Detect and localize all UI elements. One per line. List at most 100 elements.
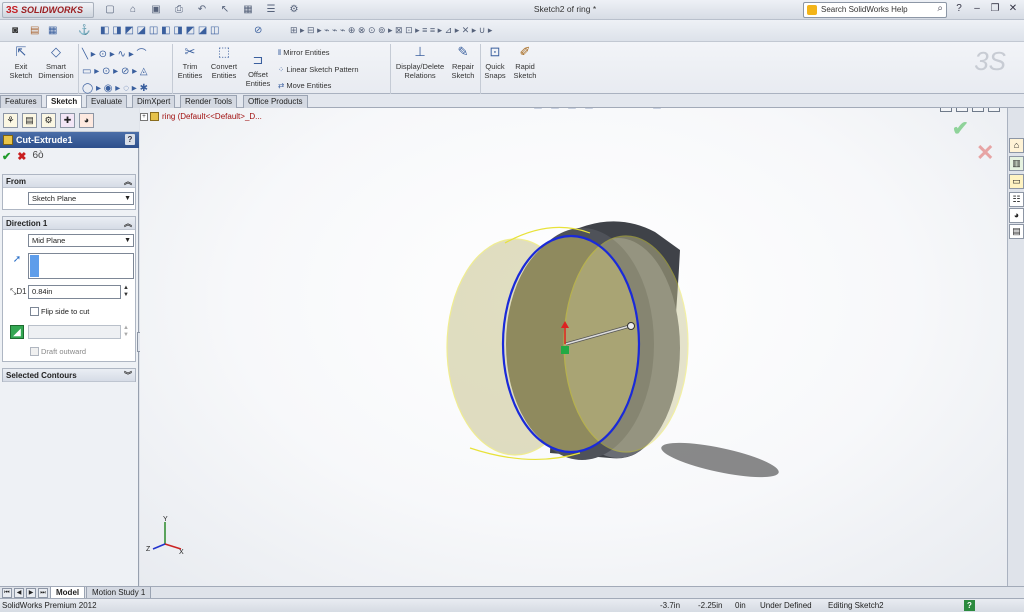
from-group-header[interactable]: From ︽ [3, 175, 135, 188]
open-document-icon[interactable]: ⌂ [123, 3, 143, 17]
status-help-icon[interactable]: ? [964, 600, 975, 611]
save-icon[interactable]: ▣ [146, 3, 166, 17]
viewport-close-icon[interactable]: ✕ [988, 108, 1000, 112]
previous-view-icon[interactable]: ↶ [514, 108, 528, 112]
solidworks-resources-icon[interactable]: ⌂ [1009, 138, 1024, 153]
viewport-restore-icon[interactable]: ❐ [972, 108, 984, 112]
move-entities-button[interactable]: ⇄ Move Entities [278, 81, 331, 90]
sketch-entity-icons[interactable]: ╲ ▸ ⊙ ▸ ∿ ▸ ⌒ ▭ ▸ ⊙ ▸ ⊘ ▸ ◬ ◯ ▸ ◉ ▸ ◌ ▸ ✱ [82, 46, 148, 97]
view-orientation-icon[interactable]: ▦ [565, 108, 579, 112]
view-palette-icon[interactable]: ☷ [1009, 192, 1024, 207]
flip-side-checkbox[interactable] [30, 307, 39, 316]
repair-sketch-button[interactable]: ✎ Repair Sketch [450, 44, 476, 80]
end-condition-dropdown[interactable]: Mid Plane ▼ [28, 234, 134, 247]
cursor-y-coord: -2.25in [698, 601, 723, 610]
tab-dimxpert[interactable]: DimXpert [132, 95, 176, 108]
linear-sketch-pattern-button[interactable]: ⁘ Linear Sketch Pattern [278, 65, 359, 74]
standard-views-icons[interactable]: ◧ ◨ ◩ ◪ ◫ ◧ ◨ ◩ ◪ ◫ [100, 25, 220, 36]
feature-manager-icon[interactable]: ⚘ [3, 113, 18, 128]
new-document-icon[interactable]: ▢ [100, 3, 120, 17]
save-image-icon[interactable]: ▤ [30, 25, 39, 36]
search-icon[interactable]: ⌕ [937, 3, 943, 14]
tab-office-products[interactable]: Office Products [243, 95, 308, 108]
rebuild-icon[interactable]: ▦ [238, 3, 258, 17]
rapid-sketch-button[interactable]: ✐ Rapid Sketch [512, 44, 538, 80]
quick-snaps-button[interactable]: ⊡ Quick Snaps [482, 44, 508, 80]
file-explorer-icon[interactable]: ▭ [1009, 174, 1024, 189]
appearances-icon[interactable]: ◕ [1009, 208, 1024, 223]
zoom-to-fit-icon[interactable]: ⌕ [480, 108, 494, 112]
depth-input[interactable]: 0.84in [28, 285, 121, 299]
select-icon[interactable]: ↖ [215, 3, 235, 17]
direction-arrow-icon[interactable]: ➚ [10, 253, 24, 267]
quick-access-toolbar: ▢ ⌂ ▣ ⎙ ↶ ↖ ▦ ☰ ⚙ [100, 3, 304, 17]
expand-icon[interactable]: ︾ [124, 369, 132, 382]
confirmation-ok-icon[interactable]: ✔ [952, 116, 969, 141]
minimize-icon[interactable]: – [970, 2, 984, 16]
offset-entities-button[interactable]: ⊐ Offset Entities [244, 52, 272, 88]
tab-render-tools[interactable]: Render Tools [180, 95, 237, 108]
collapse-icon[interactable]: ︽ [124, 217, 132, 230]
anchor-icon[interactable]: ⚓ [78, 25, 90, 36]
help-search-box[interactable]: Search SolidWorks Help ⌕ [803, 2, 947, 18]
file-properties-icon[interactable]: ☰ [261, 3, 281, 17]
depth-spinner[interactable]: ▲ ▼ [123, 285, 129, 299]
display-delete-relations-button[interactable]: ⊥ Display/Delete Relations [392, 44, 448, 80]
confirmation-cancel-icon[interactable]: ✕ [976, 140, 994, 166]
help-button[interactable]: ? [125, 134, 135, 145]
camera-icon[interactable]: ◙ [12, 25, 18, 36]
smart-dimension-button[interactable]: ◇ Smart Dimension [38, 44, 74, 80]
edit-appearance-icon[interactable]: ● [616, 108, 630, 112]
trim-entities-button[interactable]: ✂ Trim Entities [176, 44, 204, 80]
apply-scene-icon[interactable]: ◓ [633, 108, 647, 112]
graphics-area[interactable]: +ring (Default<<Default>_D... ⌕ ⌕ ↶ ◧ ▣ … [140, 108, 1007, 586]
convert-entities-button[interactable]: ⬚ Convert Entities [206, 44, 242, 80]
section-view-icon[interactable]: ◧ [531, 108, 545, 112]
zoom-to-area-icon[interactable]: ⌕ [497, 108, 511, 112]
detailed-preview-icon[interactable]: 6ò [32, 150, 43, 163]
direction-selection-box[interactable] [28, 253, 134, 279]
options-icon[interactable]: ⚙ [284, 3, 304, 17]
tab-evaluate[interactable]: Evaluate [86, 95, 128, 108]
from-dropdown[interactable]: Sketch Plane ▼ [28, 192, 134, 205]
viewport-tile-icon[interactable]: ▣ [940, 108, 952, 112]
hide-show-items-icon[interactable]: 6ò [599, 108, 613, 112]
print-icon[interactable]: ⎙ [169, 3, 189, 17]
tab-features[interactable]: Features [0, 95, 42, 108]
configuration-manager-icon[interactable]: ⚙ [41, 113, 56, 128]
tab-sketch[interactable]: Sketch [46, 95, 83, 108]
depth-drag-handle[interactable] [627, 322, 635, 330]
direction-header-label: Direction 1 [6, 219, 48, 228]
draft-icon[interactable]: ◢ [10, 325, 24, 339]
selected-contours-header[interactable]: Selected Contours ︾ [3, 369, 135, 382]
help-icon[interactable]: ? [952, 2, 966, 16]
normal-to-icon[interactable]: ⊘ [254, 25, 262, 36]
mirror-entities-button[interactable]: ⫴ Mirror Entities [278, 48, 330, 58]
restore-icon[interactable]: ❐ [988, 2, 1002, 16]
last-tab-icon[interactable]: ⏭ [38, 588, 48, 598]
ok-check-icon[interactable]: ✔ [2, 150, 11, 163]
next-tab-icon[interactable]: ▶ [26, 588, 36, 598]
display-style-icon[interactable]: ◨ [582, 108, 596, 112]
undo-icon[interactable]: ↶ [192, 3, 212, 17]
display-manager-icon[interactable]: ◕ [79, 113, 94, 128]
custom-properties-icon[interactable]: ▤ [1009, 224, 1024, 239]
dynamic-annotation-icon[interactable]: ▣ [548, 108, 562, 112]
collapse-icon[interactable]: ︽ [124, 175, 132, 188]
view-settings-icon[interactable]: ▣ [650, 108, 664, 112]
prev-tab-icon[interactable]: ◀ [14, 588, 24, 598]
property-manager-icon[interactable]: ▤ [22, 113, 37, 128]
design-library-icon[interactable]: ▥ [1009, 156, 1024, 171]
grid-icon[interactable]: ▦ [48, 25, 57, 36]
close-icon[interactable]: ✕ [1006, 2, 1020, 16]
exit-sketch-button[interactable]: ⇱ Exit Sketch [8, 44, 34, 80]
viewport-split-icon[interactable]: ▤ [956, 108, 968, 112]
solidworks-menu-button[interactable]: 3S SOLIDWORKS [2, 2, 94, 18]
sketch-tools-icons[interactable]: ⊞ ▸ ⊟ ▸ ⌁ ⌁ ⌁ ⊕ ⊗ ⊙ ⊚ ▸ ⊠ ⊡ ▸ ≡ ≡ ▸ ⊿ ▸ … [290, 25, 492, 36]
direction-1-header[interactable]: Direction 1 ︽ [3, 217, 135, 230]
first-tab-icon[interactable]: ⏮ [2, 588, 12, 598]
rapid-sketch-label: Rapid Sketch [513, 62, 537, 80]
dimxpert-manager-icon[interactable]: ✚ [60, 113, 75, 128]
cancel-x-icon[interactable]: ✖ [17, 150, 26, 163]
from-dropdown-value: Sketch Plane [32, 194, 77, 203]
